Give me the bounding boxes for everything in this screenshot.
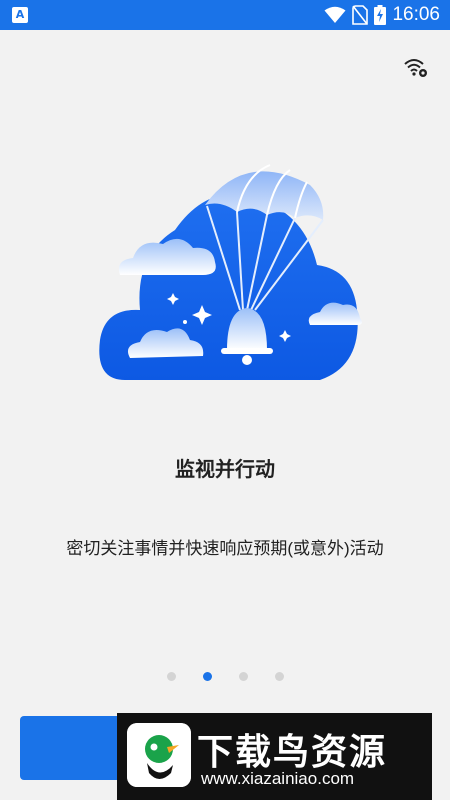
onboarding-description: 密切关注事情并快速响应预期(或意外)活动 [66,539,384,558]
battery-charging-icon [374,5,387,25]
status-bar: A 16:06 [0,0,450,30]
parachute-cloud-illustration [99,164,362,380]
page-dot[interactable] [238,672,248,681]
watermark-bird-logo [127,723,191,787]
wifi-settings-icon[interactable] [403,55,429,81]
status-icons: 16:06 [324,0,440,30]
page-dot[interactable] [274,672,284,681]
no-sim-icon [352,5,369,25]
watermark-banner: 下载鸟资源 www.xiazainiao.com [117,713,432,800]
page-dot-active[interactable] [202,672,212,681]
watermark-title: 下载鸟资源 [197,731,388,772]
app-notification-icon: A [12,7,28,23]
status-time: 16:06 [392,4,440,25]
page-indicator [0,672,450,681]
watermark-url: www.xiazainiao.com [201,769,355,788]
page-dot[interactable] [166,672,176,681]
onboarding-title: 监视并行动 [175,459,275,481]
wifi-icon [324,6,346,23]
